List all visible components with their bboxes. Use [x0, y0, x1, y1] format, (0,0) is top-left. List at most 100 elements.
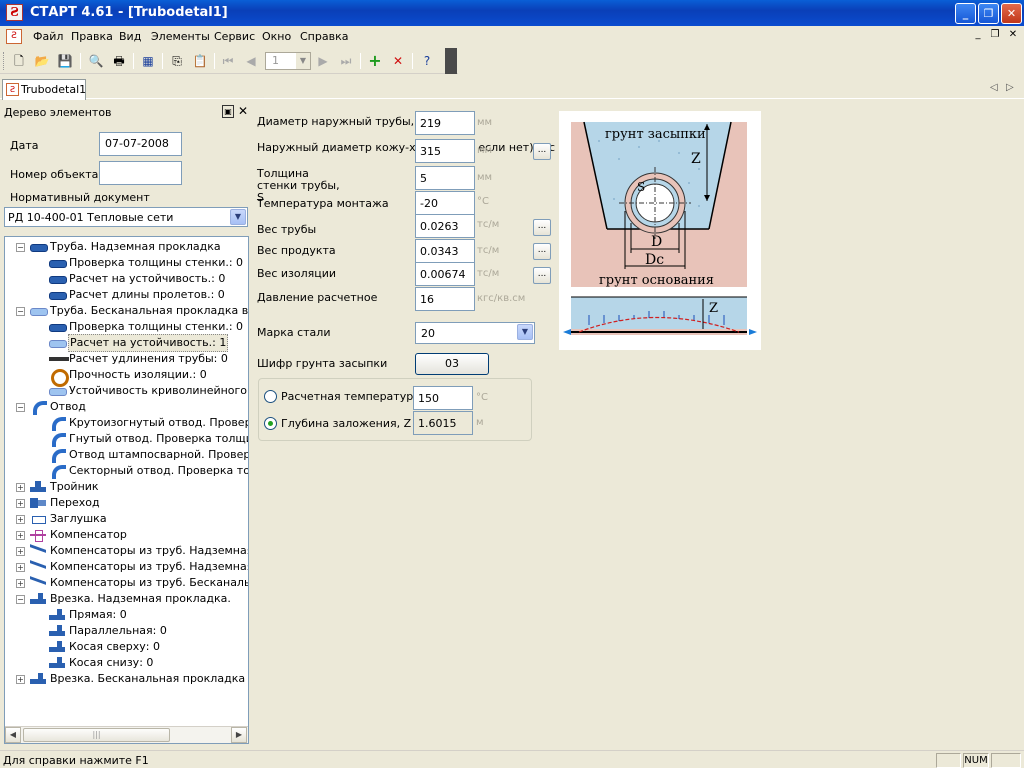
help-icon[interactable]: ?: [418, 52, 436, 70]
mdi-minimize-icon[interactable]: _: [970, 29, 986, 43]
unit-label: мм: [477, 145, 493, 156]
install-temp-field[interactable]: -20: [415, 191, 475, 215]
new-file-icon[interactable]: 🗋: [10, 52, 28, 70]
pipe-icon: [49, 273, 67, 285]
pressure-field[interactable]: 16: [415, 287, 475, 311]
first-page-icon[interactable]: ⏮: [219, 52, 237, 70]
restore-button[interactable]: ❐: [978, 3, 999, 24]
minimize-button[interactable]: _: [955, 3, 976, 24]
delete-icon[interactable]: ✕: [389, 52, 407, 70]
open-folder-icon[interactable]: 📂: [33, 52, 51, 70]
insulated-pipe-icon: [30, 305, 48, 317]
elbow-icon: [49, 465, 66, 479]
unit-label: мм: [477, 172, 493, 183]
copy-icon[interactable]: ⎘: [168, 52, 186, 70]
loop-compensator-icon: [30, 545, 46, 557]
document-tab-strip: ◁ ▷: [0, 77, 1024, 99]
menu-bar: Ƨ Файл Правка Вид Элементы Сервис Окно С…: [0, 26, 1024, 48]
pipe-diameter-field[interactable]: 219: [415, 111, 475, 135]
soil-code-button[interactable]: 03: [415, 353, 489, 375]
mdi-close-icon[interactable]: ✕: [1005, 29, 1021, 43]
prev-page-icon[interactable]: ◀: [242, 52, 260, 70]
pin-icon[interactable]: ▣: [222, 105, 234, 118]
tab-scroll-left-icon[interactable]: ◁: [990, 82, 998, 93]
unit-label: мм: [477, 117, 493, 128]
elbow-icon: [49, 417, 66, 431]
chevron-down-icon[interactable]: ▼: [230, 209, 246, 225]
expand-icon[interactable]: +: [16, 531, 25, 540]
toolbar-grip[interactable]: [3, 52, 6, 70]
start-logo-icon[interactable]: Ƨ: [6, 4, 23, 21]
depth-label: Глубина заложения, Z: [281, 417, 412, 430]
close-panel-icon[interactable]: ✕: [238, 104, 248, 118]
axial-force-right-icon: [749, 329, 757, 335]
menu-help[interactable]: Справка: [300, 30, 348, 43]
menu-service[interactable]: Сервис: [214, 30, 255, 43]
chevron-down-icon[interactable]: ▼: [296, 53, 310, 69]
base-soil-label: грунт основания: [599, 273, 714, 288]
casing-diameter-more-button[interactable]: ...: [533, 143, 551, 160]
expand-icon[interactable]: +: [16, 483, 25, 492]
expand-icon[interactable]: +: [16, 547, 25, 556]
collapse-icon[interactable]: −: [16, 403, 25, 412]
panel-title: Дерево элементов: [4, 106, 112, 119]
menu-view[interactable]: Вид: [119, 30, 141, 43]
last-page-icon[interactable]: ⏭: [337, 52, 355, 70]
menu-window[interactable]: Окно: [262, 30, 291, 43]
steel-grade-select[interactable]: 20 ▼: [415, 322, 535, 344]
object-number-field[interactable]: [99, 161, 182, 185]
window-title: СТАРТ 4.61 - [Trubodetal1]: [30, 5, 228, 20]
add-icon[interactable]: +: [366, 52, 384, 70]
tab-trubodetal1[interactable]: Ƨ Trubodetal1: [2, 79, 86, 100]
document-icon[interactable]: Ƨ: [6, 29, 22, 44]
chevron-down-icon[interactable]: ▼: [517, 324, 533, 340]
expand-icon[interactable]: +: [16, 499, 25, 508]
expand-icon[interactable]: +: [16, 579, 25, 588]
save-icon[interactable]: 💾: [56, 52, 74, 70]
product-weight-field[interactable]: 0.0343: [415, 239, 475, 263]
status-text: Для справки нажмите F1: [3, 754, 149, 767]
insulation-weight-more-button[interactable]: ...: [533, 267, 551, 284]
pipe-icon: [30, 241, 48, 253]
toolbar-overflow[interactable]: [445, 48, 457, 74]
calc-temp-field[interactable]: 150: [413, 386, 473, 410]
expand-icon[interactable]: +: [16, 563, 25, 572]
scroll-right-icon[interactable]: ▶: [231, 727, 247, 743]
collapse-icon[interactable]: −: [16, 307, 25, 316]
status-pane: [991, 753, 1021, 768]
pipe-weight-more-button[interactable]: ...: [533, 219, 551, 236]
tab-scroll-right-icon[interactable]: ▷: [1006, 82, 1014, 93]
expand-icon[interactable]: +: [16, 515, 25, 524]
scroll-thumb[interactable]: |||: [23, 728, 170, 742]
close-button[interactable]: ✕: [1001, 3, 1022, 24]
tree-horizontal-scrollbar[interactable]: ◀ ||| ▶: [5, 726, 248, 743]
object-number-label: Номер объекта: [10, 168, 99, 181]
paste-icon[interactable]: 📋: [191, 52, 209, 70]
norm-document-select[interactable]: РД 10-400-01 Тепловые сети ▼: [4, 207, 248, 227]
calculator-icon[interactable]: ▦: [139, 52, 157, 70]
menu-file[interactable]: Файл: [33, 30, 63, 43]
collapse-icon[interactable]: −: [16, 595, 25, 604]
product-weight-more-button[interactable]: ...: [533, 243, 551, 260]
pipe-weight-field[interactable]: 0.0263: [415, 214, 475, 238]
soil-code-label: Шифр грунта засыпки: [257, 357, 388, 370]
depth-radio[interactable]: [264, 417, 277, 430]
date-field[interactable]: 07-07-2008: [99, 132, 182, 156]
calc-temp-radio[interactable]: [264, 390, 277, 403]
next-page-icon[interactable]: ▶: [314, 52, 332, 70]
menu-edit[interactable]: Правка: [71, 30, 113, 43]
menu-elements[interactable]: Элементы: [151, 30, 210, 43]
print-preview-icon[interactable]: 🔍: [87, 52, 105, 70]
date-label: Дата: [10, 139, 39, 152]
print-icon[interactable]: 🖶: [110, 52, 128, 70]
wall-thickness-field[interactable]: 5: [415, 166, 475, 190]
casing-diameter-field[interactable]: 315: [415, 139, 475, 163]
page-number-combo[interactable]: 1 ▼: [265, 52, 311, 70]
insulation-weight-field[interactable]: 0.00674: [415, 262, 475, 286]
expand-icon[interactable]: +: [16, 675, 25, 684]
collapse-icon[interactable]: −: [16, 243, 25, 252]
status-bar: Для справки нажмите F1 NUM: [0, 750, 1024, 768]
field-label-install-temp: Температура монтажа: [257, 197, 389, 210]
mdi-restore-icon[interactable]: ❐: [987, 29, 1003, 43]
scroll-left-icon[interactable]: ◀: [5, 727, 21, 743]
